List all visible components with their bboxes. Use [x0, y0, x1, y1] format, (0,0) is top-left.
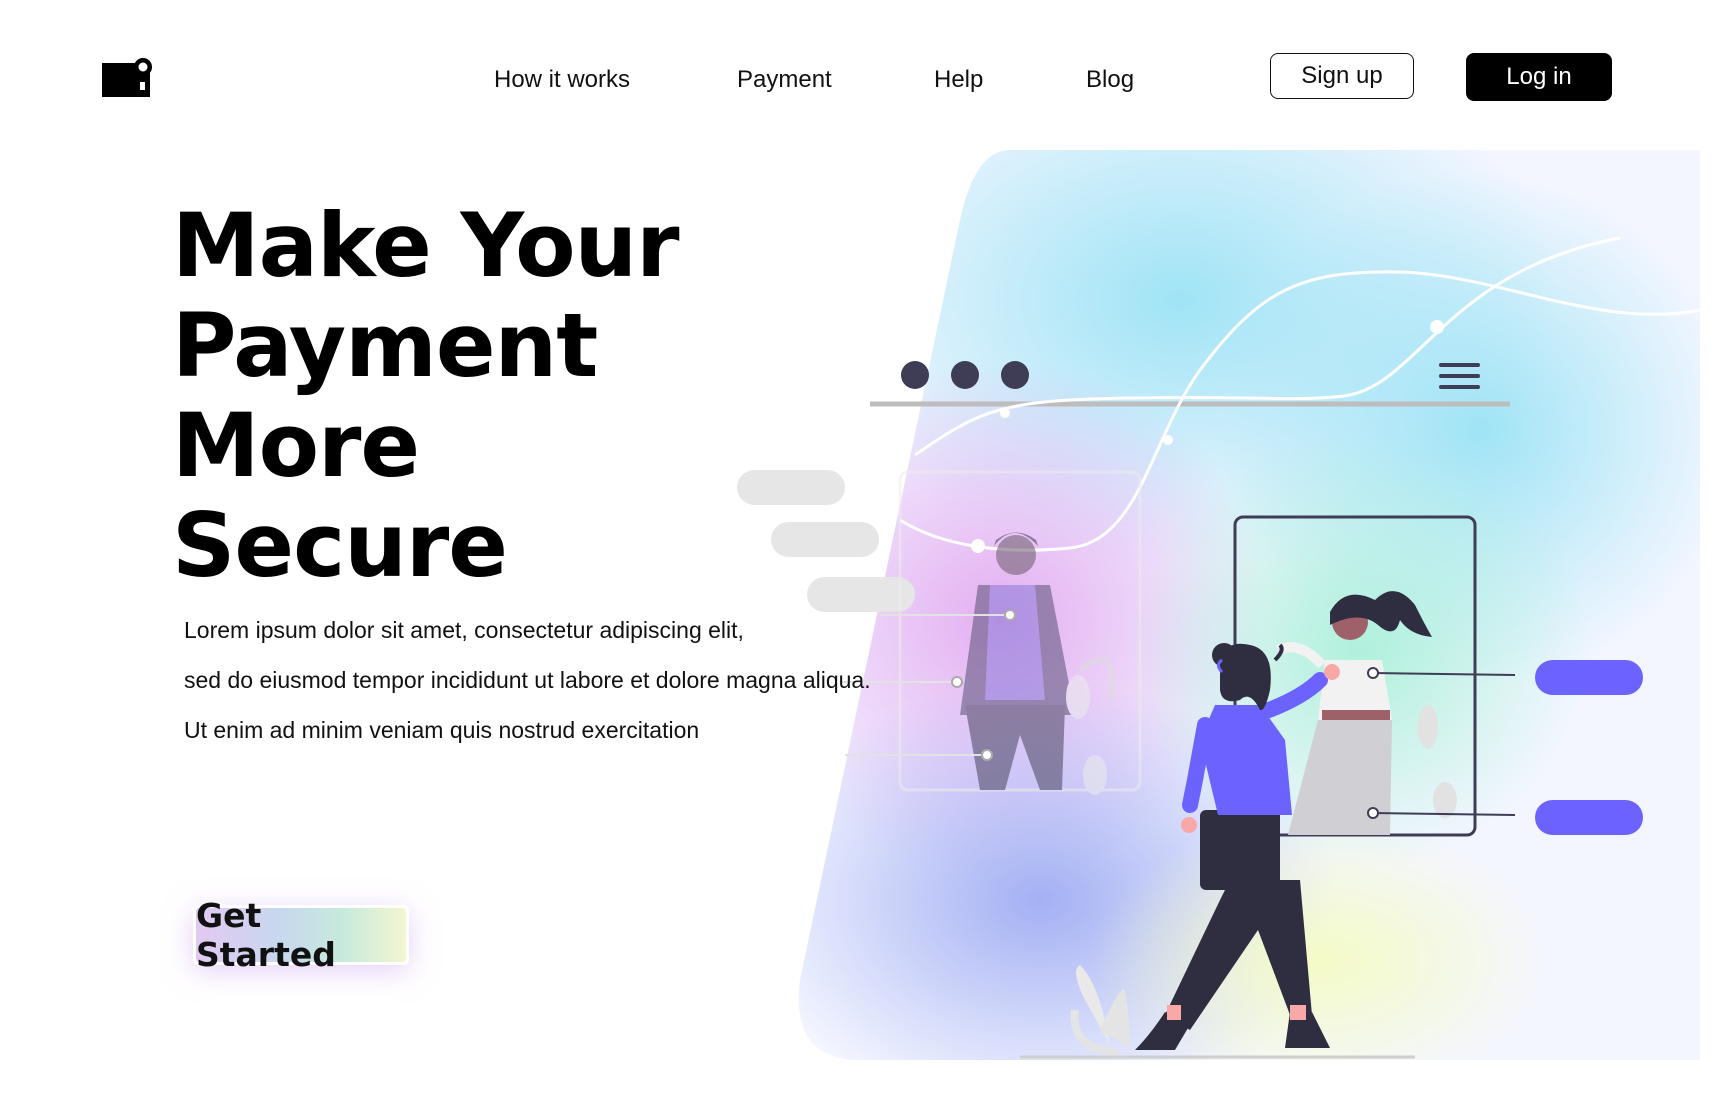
- gradient-backdrop: [798, 150, 1700, 1060]
- profile-connectors: [1367, 667, 1516, 819]
- hero-title: Make Your Payment More Secure: [172, 196, 872, 596]
- window-dots: [901, 361, 1029, 389]
- nav-help[interactable]: Help: [934, 60, 983, 100]
- hero-description: Lorem ipsum dolor sit amet, consectetur …: [184, 610, 884, 760]
- accent-pill-1: [1535, 660, 1643, 695]
- nav-blog[interactable]: Blog: [1086, 60, 1134, 100]
- accent-pill-2: [1535, 800, 1643, 835]
- hamburger-icon: [1439, 363, 1480, 389]
- description-line-2: sed do eiusmod tempor incididunt ut labo…: [184, 667, 871, 693]
- trend-line-2: [899, 270, 1701, 552]
- profile-card: [1233, 515, 1477, 837]
- get-started-button[interactable]: Get Started: [193, 896, 409, 974]
- hero-title-line-1: Make Your: [172, 194, 680, 297]
- card-person: [1275, 591, 1457, 835]
- description-line-3: Ut enim ad minim veniam quis nostrud exe…: [184, 717, 700, 743]
- woman-figure: [1135, 643, 1340, 1050]
- plant-icon: [1070, 965, 1130, 1056]
- hero-title-line-3: Secure: [172, 494, 508, 597]
- trend-line-1: [914, 236, 1621, 457]
- faded-profile-card: [898, 470, 1142, 795]
- nav-how-it-works[interactable]: How it works: [494, 60, 630, 100]
- nav-payment[interactable]: Payment: [737, 60, 832, 100]
- login-button[interactable]: Log in: [1466, 53, 1612, 101]
- description-line-1: Lorem ipsum dolor sit amet, consectetur …: [184, 617, 744, 643]
- signup-button[interactable]: Sign up: [1270, 53, 1414, 99]
- hero-title-line-2: Payment More: [172, 294, 598, 497]
